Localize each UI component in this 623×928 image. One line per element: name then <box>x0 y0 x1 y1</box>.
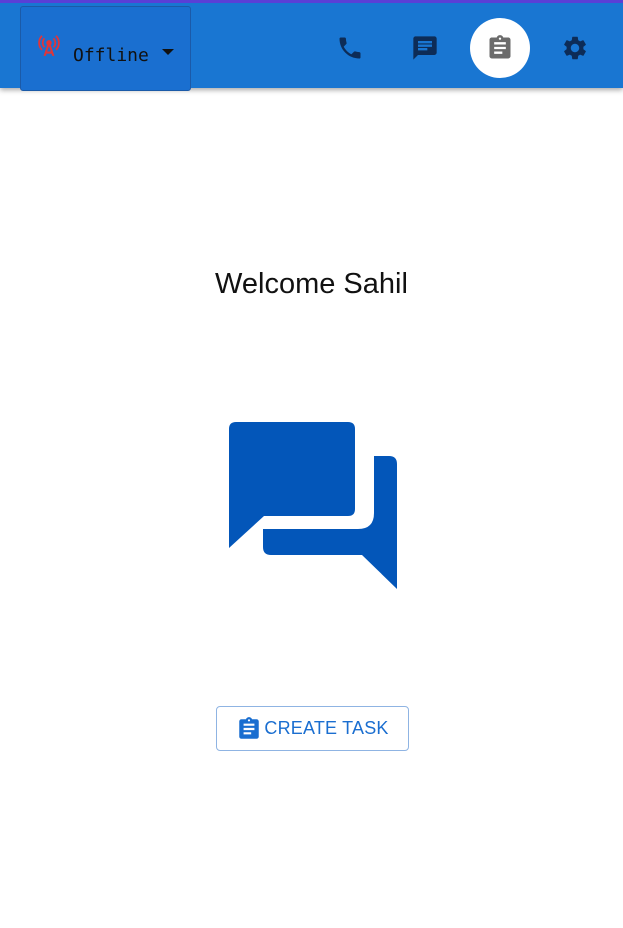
nav-phone-button[interactable] <box>320 18 380 78</box>
create-task-label: CREATE TASK <box>264 718 389 738</box>
top-app-bar: Offline <box>0 0 623 91</box>
forum-icon <box>229 422 397 589</box>
status-label: Offline <box>73 45 149 66</box>
clipboard-icon <box>239 716 260 739</box>
status-dropdown[interactable]: Offline <box>20 6 191 91</box>
gear-icon <box>564 36 586 60</box>
nav-tasks-button[interactable] <box>470 18 530 78</box>
phone-icon <box>339 37 361 59</box>
create-task-button[interactable]: CREATE TASK <box>216 706 409 751</box>
chat-icon <box>413 36 437 60</box>
nav-settings-button[interactable] <box>545 18 605 78</box>
signal-tower-icon <box>38 35 60 56</box>
chevron-down-icon <box>162 49 174 55</box>
nav-messages-button[interactable] <box>395 18 455 78</box>
welcome-heading: Welcome Sahil <box>215 268 408 300</box>
clipboard-icon <box>489 35 511 59</box>
